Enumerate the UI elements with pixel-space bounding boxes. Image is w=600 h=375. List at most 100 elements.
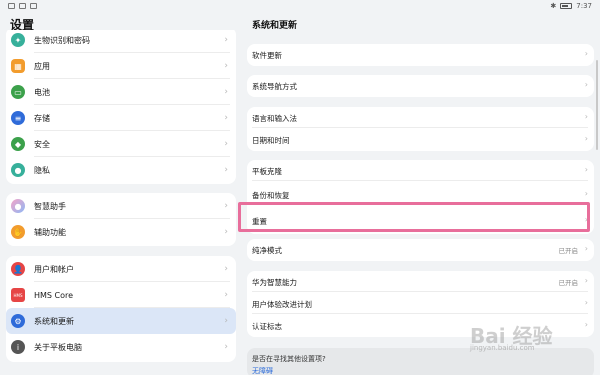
chevron-right-icon: › bbox=[584, 276, 588, 285]
settings-item-hms-core[interactable]: HMS HMS Core › bbox=[6, 282, 236, 308]
assistant-icon: ● bbox=[11, 199, 25, 213]
chevron-right-icon: › bbox=[224, 264, 228, 274]
bluetooth-icon: ✱ bbox=[550, 2, 557, 10]
hms-icon: HMS bbox=[11, 288, 25, 302]
chevron-right-icon: › bbox=[224, 113, 228, 123]
settings-item-biometrics[interactable]: ✦ 生物识别和密码 › bbox=[6, 30, 236, 53]
pure-mode-item[interactable]: 纯净模式 已开启 › bbox=[247, 239, 594, 260]
info-icon: i bbox=[11, 340, 25, 354]
settings-group: 纯净模式 已开启 › bbox=[247, 239, 594, 261]
chevron-right-icon: › bbox=[584, 189, 588, 198]
chevron-right-icon: › bbox=[584, 134, 588, 143]
status-bar: ✱ 7:37 bbox=[0, 0, 600, 14]
chevron-right-icon: › bbox=[224, 139, 228, 149]
chevron-right-icon: › bbox=[224, 290, 228, 300]
settings-group: 软件更新 › bbox=[247, 44, 594, 66]
settings-item-storage[interactable]: ≡ 存储 › bbox=[6, 105, 236, 131]
chevron-right-icon: › bbox=[224, 35, 228, 45]
fingerprint-icon: ✦ bbox=[11, 33, 25, 47]
settings-group: 系统导航方式 › bbox=[247, 75, 594, 97]
chevron-right-icon: › bbox=[224, 87, 228, 97]
divider bbox=[252, 127, 588, 128]
huawei-smart-item[interactable]: 华为智慧能力 已开启 › bbox=[247, 271, 594, 292]
settings-group: ● 智慧助手 › ✋ 辅助功能 › bbox=[6, 193, 236, 246]
storage-icon: ≡ bbox=[11, 111, 25, 125]
suggestion-question: 是否在寻找其他设置项? bbox=[252, 355, 326, 363]
battery-icon: ▭ bbox=[11, 85, 25, 99]
settings-item-accessibility[interactable]: ✋ 辅助功能 › bbox=[6, 219, 236, 245]
settings-item-about[interactable]: i 关于平板电脑 › bbox=[6, 334, 236, 360]
item-label: 用户体验改进计划 bbox=[252, 300, 312, 309]
user-icon: 👤 bbox=[11, 262, 25, 276]
watermark-url: jingyan.baidu.com bbox=[470, 344, 535, 352]
chevron-right-icon: › bbox=[584, 298, 588, 307]
battery-status-icon bbox=[560, 3, 573, 9]
reset-highlight-frame bbox=[238, 202, 590, 232]
date-time-item[interactable]: 日期和时间 › bbox=[247, 129, 594, 150]
item-label: 软件更新 bbox=[252, 51, 282, 60]
settings-item-system-update[interactable]: ⚙ 系统和更新 › bbox=[6, 308, 236, 334]
settings-group: 语言和输入法 › 日期和时间 › bbox=[247, 107, 594, 151]
settings-item-label: 应用 bbox=[34, 61, 50, 71]
clock: 7:37 bbox=[576, 2, 592, 10]
apps-icon: ▦ bbox=[11, 59, 25, 73]
chevron-right-icon: › bbox=[584, 320, 588, 329]
chevron-right-icon: › bbox=[584, 80, 588, 89]
status-value: 已开启 bbox=[558, 247, 579, 255]
notification-icon bbox=[8, 3, 15, 9]
divider bbox=[252, 291, 588, 292]
settings-group: 👤 用户和帐户 › HMS HMS Core › ⚙ 系统和更新 › i 关于平… bbox=[6, 256, 236, 362]
chevron-right-icon: › bbox=[584, 112, 588, 121]
tablet-clone-item[interactable]: 平板克隆 › bbox=[247, 160, 594, 181]
chevron-right-icon: › bbox=[584, 49, 588, 58]
user-experience-item[interactable]: 用户体验改进计划 › bbox=[247, 293, 594, 314]
chevron-right-icon: › bbox=[224, 227, 228, 237]
settings-item-user-accounts[interactable]: 👤 用户和帐户 › bbox=[6, 256, 236, 282]
settings-item-security[interactable]: ◆ 安全 › bbox=[6, 131, 236, 157]
language-input-item[interactable]: 语言和输入法 › bbox=[247, 107, 594, 128]
software-update-item[interactable]: 软件更新 › bbox=[247, 44, 594, 65]
item-label: 平板克隆 bbox=[252, 167, 282, 176]
item-label: 备份和恢复 bbox=[252, 191, 290, 200]
system-navigation-item[interactable]: 系统导航方式 › bbox=[247, 75, 594, 96]
chevron-right-icon: › bbox=[584, 244, 588, 253]
settings-item-label: 智慧助手 bbox=[34, 201, 66, 211]
settings-item-privacy[interactable]: ● 隐私 › bbox=[6, 157, 236, 183]
item-label: 认证标志 bbox=[252, 322, 282, 331]
chevron-right-icon: › bbox=[224, 316, 228, 326]
settings-item-apps[interactable]: ▦ 应用 › bbox=[6, 53, 236, 79]
chevron-right-icon: › bbox=[224, 201, 228, 211]
item-label: 纯净模式 bbox=[252, 246, 282, 255]
settings-item-label: 安全 bbox=[34, 139, 50, 149]
settings-item-label: 辅助功能 bbox=[34, 227, 66, 237]
system-icon: ⚙ bbox=[11, 314, 25, 328]
settings-item-label: 系统和更新 bbox=[34, 316, 74, 326]
chevron-right-icon: › bbox=[224, 165, 228, 175]
privacy-icon: ● bbox=[11, 163, 25, 177]
settings-group: ✦ 生物识别和密码 › ▦ 应用 › ▭ 电池 › ≡ 存储 › ◆ 安全 › bbox=[6, 30, 236, 184]
item-label: 语言和输入法 bbox=[252, 114, 297, 123]
settings-item-label: HMS Core bbox=[34, 290, 74, 300]
chevron-right-icon: › bbox=[584, 165, 588, 174]
settings-item-battery[interactable]: ▭ 电池 › bbox=[6, 79, 236, 105]
settings-item-label: 用户和帐户 bbox=[34, 264, 74, 274]
settings-item-label: 电池 bbox=[34, 87, 50, 97]
settings-item-label: 存储 bbox=[34, 113, 50, 123]
chevron-right-icon: › bbox=[224, 61, 228, 71]
notification-icon bbox=[30, 3, 37, 9]
divider bbox=[252, 180, 588, 181]
item-label: 日期和时间 bbox=[252, 136, 290, 145]
shield-icon: ◆ bbox=[11, 137, 25, 151]
accessibility-icon: ✋ bbox=[11, 225, 25, 239]
settings-item-assistant[interactable]: ● 智慧助手 › bbox=[6, 193, 236, 219]
chevron-right-icon: › bbox=[224, 342, 228, 352]
divider bbox=[252, 313, 588, 314]
accessibility-link[interactable]: 无障碍 bbox=[252, 366, 273, 375]
settings-item-label: 生物识别和密码 bbox=[34, 35, 90, 45]
settings-item-label: 隐私 bbox=[34, 165, 50, 175]
notification-icon bbox=[19, 3, 26, 9]
status-value: 已开启 bbox=[558, 279, 579, 287]
settings-list[interactable]: ✦ 生物识别和密码 › ▦ 应用 › ▭ 电池 › ≡ 存储 › ◆ 安全 › bbox=[0, 30, 242, 375]
scrollbar[interactable] bbox=[596, 60, 598, 150]
item-label: 系统导航方式 bbox=[252, 82, 297, 91]
